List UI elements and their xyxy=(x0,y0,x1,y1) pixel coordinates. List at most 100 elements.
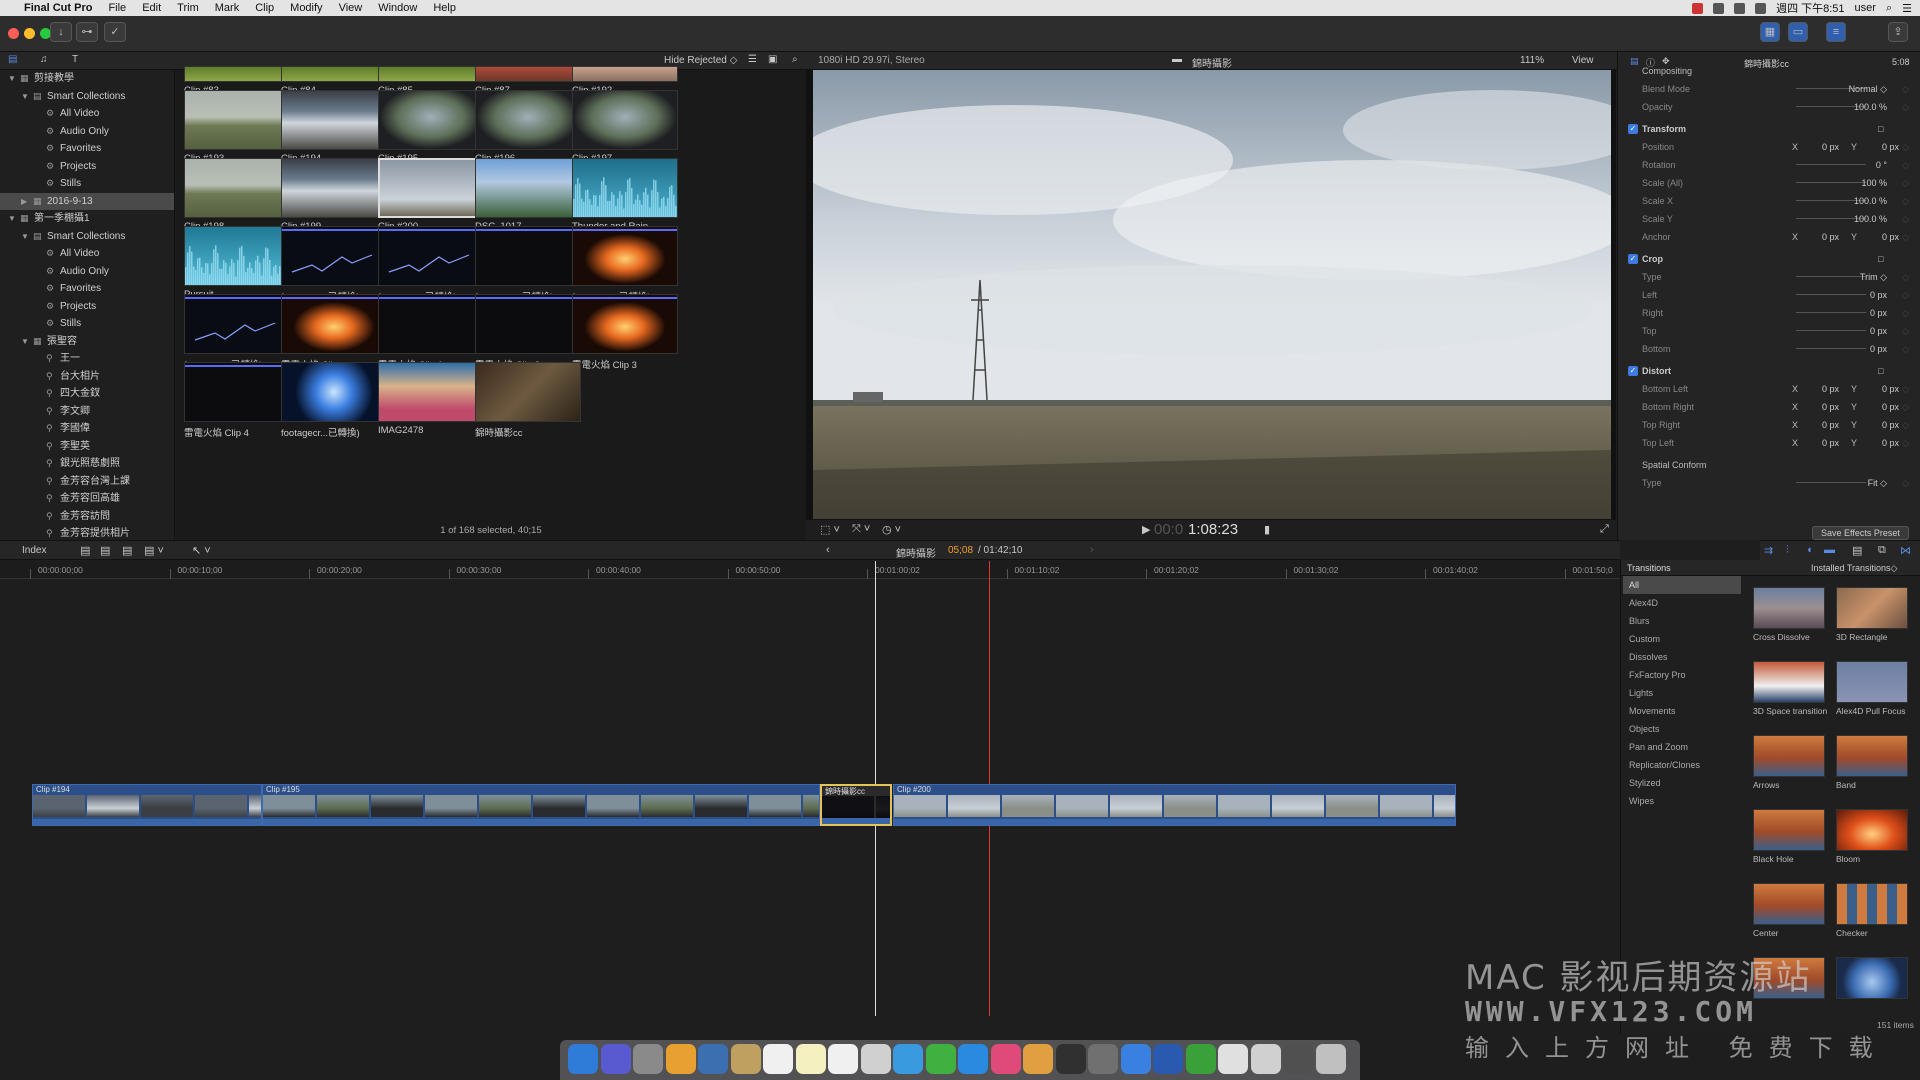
x-value[interactable]: 0 px xyxy=(1822,228,1839,246)
dock-app-icon[interactable] xyxy=(990,1044,1021,1074)
y-value[interactable]: 0 px xyxy=(1882,138,1899,156)
library-item[interactable]: ▼ ▦ 第一季棚攝1 xyxy=(0,210,174,228)
browser-clip[interactable]: footagecr...已轉換) xyxy=(378,226,486,303)
transform-tool-icon[interactable]: ⤧ ˅ xyxy=(852,523,870,536)
enable-checkbox[interactable]: ✓ xyxy=(1628,254,1638,264)
transition-thumbnail[interactable] xyxy=(1836,957,1908,999)
dock-app-icon[interactable] xyxy=(1283,1044,1313,1074)
keyword-button[interactable]: ⊶ xyxy=(76,22,98,42)
browser-clip[interactable]: Clip #196 xyxy=(475,90,583,164)
transition-thumbnail[interactable] xyxy=(1836,883,1908,925)
browser-toggle-button[interactable]: ▦ xyxy=(1760,22,1780,42)
clip-thumbnail[interactable] xyxy=(184,66,290,82)
background-tasks-button[interactable]: ✓ xyxy=(104,22,126,42)
y-value[interactable]: 0 px xyxy=(1882,434,1899,452)
inspector-param-value[interactable]: Trim ◇ xyxy=(1860,268,1887,286)
import-button[interactable]: ↓ xyxy=(50,22,72,42)
inspector-param-value[interactable]: Normal ◇ xyxy=(1849,80,1887,98)
app-menu[interactable]: Final Cut Pro xyxy=(16,2,100,14)
onscreen-controls-icon[interactable]: □ xyxy=(1878,362,1883,380)
select-tool-icon[interactable]: ↖ ˅ xyxy=(192,544,211,557)
dock-app-icon[interactable] xyxy=(893,1044,923,1074)
transition-thumbnail[interactable] xyxy=(1836,809,1908,851)
library-item[interactable]: ⚙ Audio Only xyxy=(0,123,174,141)
menu-view[interactable]: View xyxy=(331,2,371,14)
share-button[interactable]: ⇪ xyxy=(1888,22,1908,42)
library-item[interactable]: ⚲ 四大金釵 xyxy=(0,385,174,403)
dock-app-icon[interactable] xyxy=(1250,1044,1281,1074)
append-clip-icon[interactable]: ▤ xyxy=(80,544,90,557)
inspector-param-value[interactable]: 100.0 % xyxy=(1854,192,1887,210)
clip-thumbnail[interactable] xyxy=(378,158,484,218)
list-view-icon[interactable]: ☰ xyxy=(748,54,757,65)
menu-trim[interactable]: Trim xyxy=(169,2,207,14)
volume-icon[interactable] xyxy=(1755,2,1767,14)
browser-clip[interactable]: footagecr...已轉換) xyxy=(281,362,389,439)
solo-icon[interactable]: ◖ xyxy=(1806,544,1813,556)
inspector-toggle-button[interactable]: ≡ xyxy=(1826,22,1846,42)
timeline-clip[interactable]: Clip #200 xyxy=(893,784,1456,826)
param-slider[interactable] xyxy=(1796,330,1866,331)
dock-app-icon[interactable] xyxy=(763,1044,793,1074)
photos-icon[interactable]: ♫ xyxy=(40,54,48,65)
keyframe-icon[interactable]: ◇ xyxy=(1902,268,1909,286)
play-button[interactable]: ▶ xyxy=(1142,523,1150,536)
viewer-timecode[interactable]: 1:08:23 xyxy=(1188,521,1238,538)
library-item[interactable]: ⚙ Stills xyxy=(0,315,174,333)
transition-thumbnail[interactable] xyxy=(1836,735,1908,777)
timeline-clip[interactable]: Clip #194 xyxy=(32,784,262,826)
clip-thumbnail[interactable] xyxy=(184,158,290,218)
disclosure-triangle-icon[interactable]: ▼ xyxy=(21,228,29,246)
clip-thumbnail[interactable] xyxy=(184,362,290,422)
library-item[interactable]: ▼ ▦ 剪接教學 xyxy=(0,70,174,88)
browser-clip[interactable]: footagecr...已轉換) xyxy=(281,226,389,303)
search-icon[interactable]: ⌕ xyxy=(792,54,798,65)
menu-mark[interactable]: Mark xyxy=(207,2,247,14)
browser-clip[interactable]: footagecr...已轉換) xyxy=(475,226,583,303)
clip-thumbnail[interactable] xyxy=(184,226,290,286)
dock-app-icon[interactable] xyxy=(568,1044,598,1074)
viewer-frame[interactable] xyxy=(813,70,1611,519)
clip-thumbnail[interactable] xyxy=(184,90,290,150)
clip-appearance-icon[interactable]: ▤ xyxy=(1852,544,1862,557)
keyframe-icon[interactable]: ◇ xyxy=(1902,210,1909,228)
overwrite-clip-icon[interactable]: ▤ xyxy=(122,544,132,557)
audio-skimming-icon[interactable]: ⫶ xyxy=(1786,544,1789,557)
save-effects-preset-button[interactable]: Save Effects Preset xyxy=(1812,526,1909,540)
timeline-clip[interactable]: 錦時攝影cc xyxy=(820,784,892,826)
browser-clip[interactable]: Clip #198 xyxy=(184,158,292,232)
dock-app-icon[interactable] xyxy=(1153,1044,1183,1074)
menu-edit[interactable]: Edit xyxy=(134,2,169,14)
dock-app-icon[interactable] xyxy=(1185,1044,1216,1074)
browser-clip[interactable]: Clip #200 xyxy=(378,158,486,232)
fullscreen-icon[interactable]: ⤢ xyxy=(1600,523,1609,536)
browser-clip[interactable]: IMAG2478 xyxy=(378,362,486,436)
clip-thumbnail[interactable] xyxy=(475,158,581,218)
dock-app-icon[interactable] xyxy=(1218,1044,1248,1074)
x-value[interactable]: 0 px xyxy=(1822,434,1839,452)
disclosure-triangle-icon[interactable]: ▼ xyxy=(21,333,29,351)
clip-thumbnail[interactable] xyxy=(475,226,581,286)
transition-thumbnail[interactable] xyxy=(1753,735,1825,777)
status-icon[interactable] xyxy=(1692,2,1704,14)
keyframe-icon[interactable]: ◇ xyxy=(1902,380,1909,398)
keyframe-icon[interactable]: ◇ xyxy=(1902,398,1909,416)
menu-file[interactable]: File xyxy=(100,2,134,14)
menu-list-icon[interactable]: ☰ xyxy=(1902,2,1912,15)
browser-clip[interactable]: 雷電火焰 Clip 2 xyxy=(475,294,583,371)
browser-clip[interactable]: Clip #193 xyxy=(184,90,292,164)
library-item[interactable]: ⚙ Projects xyxy=(0,158,174,176)
param-slider[interactable] xyxy=(1796,482,1866,483)
transition-thumbnail[interactable] xyxy=(1836,661,1908,703)
clock[interactable]: 週四 下午8:51 xyxy=(1776,0,1844,16)
back-icon[interactable]: ‹ xyxy=(826,544,830,556)
dock-app-icon[interactable] xyxy=(1023,1044,1053,1074)
keyframe-icon[interactable]: ◇ xyxy=(1902,416,1909,434)
speed-tool-icon[interactable]: ◷ ˅ xyxy=(882,523,901,536)
clip-thumbnail[interactable] xyxy=(475,90,581,150)
dock-app-icon[interactable] xyxy=(698,1044,728,1074)
param-slider[interactable] xyxy=(1796,182,1866,183)
dock-app-icon[interactable] xyxy=(633,1044,663,1074)
browser-clip[interactable]: DSC_1017 xyxy=(475,158,583,232)
transitions-browser-icon[interactable]: ⋈ xyxy=(1900,544,1911,557)
